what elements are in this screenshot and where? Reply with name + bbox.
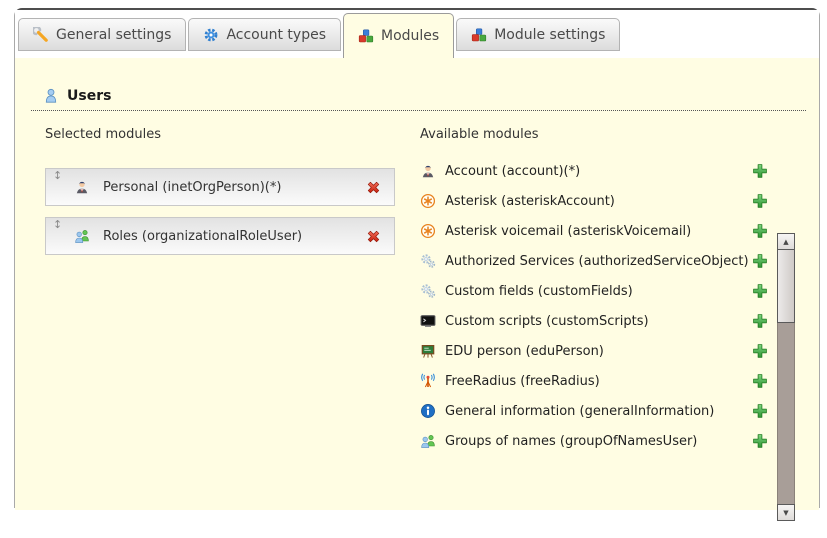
- available-modules-list: Account (account)(*) Asterisk (asteriskA…: [420, 156, 768, 456]
- tab-general-settings[interactable]: General settings: [18, 18, 186, 51]
- available-module-row: Custom fields (customFields): [420, 276, 768, 306]
- add-module-button[interactable]: [752, 163, 768, 179]
- module-label: Asterisk voicemail (asteriskVoicemail): [445, 224, 691, 239]
- add-module-button[interactable]: [752, 403, 768, 419]
- module-label: EDU person (eduPerson): [445, 344, 604, 359]
- add-module-button[interactable]: [752, 313, 768, 329]
- info-icon: [420, 403, 436, 419]
- remove-module-button[interactable]: [365, 228, 382, 245]
- gears-icon: [420, 283, 436, 299]
- add-plus-icon: [752, 343, 768, 359]
- terminal-icon: [420, 313, 436, 329]
- blackboard-icon: [420, 343, 436, 359]
- add-plus-icon: [752, 253, 768, 269]
- drag-handle-icon[interactable]: ↕: [53, 170, 62, 181]
- add-plus-icon: [752, 403, 768, 419]
- available-module-row: Groups of names (groupOfNamesUser): [420, 426, 768, 456]
- modules-cubes-icon: [358, 28, 374, 44]
- available-module-row: Asterisk voicemail (asteriskVoicemail): [420, 216, 768, 246]
- gear-icon: [203, 27, 219, 43]
- group-icon: [420, 433, 436, 449]
- add-module-button[interactable]: [752, 373, 768, 389]
- add-module-button[interactable]: [752, 343, 768, 359]
- selected-modules-heading: Selected modules: [45, 127, 395, 142]
- remove-module-button[interactable]: [365, 179, 382, 196]
- add-module-button[interactable]: [752, 193, 768, 209]
- delete-x-icon: [365, 179, 382, 196]
- add-plus-icon: [752, 373, 768, 389]
- add-plus-icon: [752, 313, 768, 329]
- antenna-icon: [420, 373, 436, 389]
- module-label: General information (generalInformation): [445, 404, 714, 419]
- group-icon: [74, 228, 90, 244]
- selected-modules-column: Selected modules ↕ Personal (inetOrgPers…: [45, 127, 395, 456]
- asterisk-icon: [420, 193, 436, 209]
- add-plus-icon: [752, 193, 768, 209]
- scrollbar-thumb[interactable]: [777, 250, 795, 323]
- tab-label: Modules: [381, 28, 439, 44]
- selected-module-row-roles[interactable]: ↕ Roles (organizationalRoleUser): [45, 217, 395, 255]
- module-label: Authorized Services (authorizedServiceOb…: [445, 254, 749, 269]
- wrench-icon: [33, 27, 49, 43]
- tab-label: General settings: [56, 27, 171, 43]
- modules-cubes-icon: [471, 27, 487, 43]
- scroll-down-icon: ▼: [783, 509, 788, 517]
- tab-label: Account types: [226, 27, 326, 43]
- tab-account-types[interactable]: Account types: [188, 18, 341, 51]
- tab-bar: General settings Account types Modules M…: [15, 10, 819, 58]
- selected-module-row-personal[interactable]: ↕ Personal (inetOrgPerson)(*): [45, 168, 395, 206]
- scroll-up-icon: ▲: [783, 238, 788, 246]
- available-module-row: General information (generalInformation): [420, 396, 768, 426]
- module-label: Asterisk (asteriskAccount): [445, 194, 615, 209]
- add-plus-icon: [752, 223, 768, 239]
- drag-handle-icon[interactable]: ↕: [53, 219, 62, 230]
- available-module-row: Asterisk (asteriskAccount): [420, 186, 768, 216]
- available-modules-heading: Available modules: [420, 127, 802, 142]
- person-icon: [420, 163, 436, 179]
- section-header: Users: [43, 88, 803, 104]
- available-module-row: Authorized Services (authorizedServiceOb…: [420, 246, 768, 276]
- tab-modules[interactable]: Modules: [343, 13, 454, 58]
- tab-module-settings[interactable]: Module settings: [456, 18, 620, 51]
- section-title: Users: [67, 88, 111, 104]
- add-plus-icon: [752, 433, 768, 449]
- asterisk-icon: [420, 223, 436, 239]
- person-icon: [74, 179, 90, 195]
- module-label: Groups of names (groupOfNamesUser): [445, 434, 697, 449]
- add-module-button[interactable]: [752, 223, 768, 239]
- available-module-row: Custom scripts (customScripts): [420, 306, 768, 336]
- add-plus-icon: [752, 163, 768, 179]
- available-module-row: FreeRadius (freeRadius): [420, 366, 768, 396]
- section-divider: [31, 110, 806, 111]
- module-label: Personal (inetOrgPerson)(*): [103, 180, 281, 195]
- vertical-scrollbar[interactable]: ▲ ▼: [777, 233, 795, 538]
- config-window: General settings Account types Modules M…: [14, 8, 820, 508]
- available-module-row: EDU person (eduPerson): [420, 336, 768, 366]
- available-module-row: Account (account)(*): [420, 156, 768, 186]
- delete-x-icon: [365, 228, 382, 245]
- add-module-button[interactable]: [752, 253, 768, 269]
- module-label: FreeRadius (freeRadius): [445, 374, 600, 389]
- module-label: Custom scripts (customScripts): [445, 314, 649, 329]
- modules-tab-panel: Users Selected modules ↕ Personal (inetO…: [15, 58, 819, 510]
- module-label: Roles (organizationalRoleUser): [103, 229, 302, 244]
- available-modules-column: Available modules Account (account)(*) A…: [420, 127, 802, 456]
- add-plus-icon: [752, 283, 768, 299]
- selected-modules-list: ↕ Personal (inetOrgPerson)(*) ↕ Roles (o…: [45, 168, 395, 255]
- gears-icon: [420, 253, 436, 269]
- tab-label: Module settings: [494, 27, 605, 43]
- scroll-down-button[interactable]: ▼: [777, 504, 795, 521]
- scroll-up-button[interactable]: ▲: [777, 233, 795, 250]
- add-module-button[interactable]: [752, 433, 768, 449]
- module-label: Custom fields (customFields): [445, 284, 633, 299]
- module-label: Account (account)(*): [445, 164, 580, 179]
- add-module-button[interactable]: [752, 283, 768, 299]
- user-icon: [43, 88, 59, 104]
